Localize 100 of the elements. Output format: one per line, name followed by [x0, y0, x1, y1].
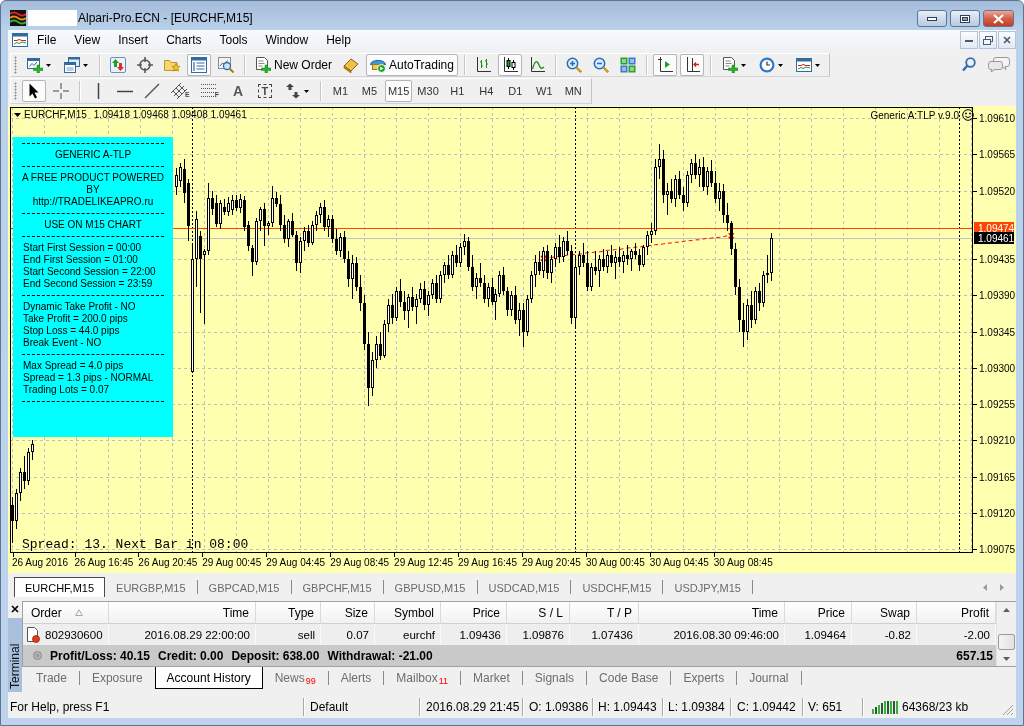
chart-symbol: EURCHF,M15 [24, 109, 87, 120]
cursor-button[interactable] [22, 80, 46, 102]
column-header[interactable]: Time [639, 602, 785, 624]
menu-item[interactable]: Window [256, 30, 318, 50]
terminal-tab[interactable]: Exposure [79, 667, 155, 689]
column-header[interactable]: Type [256, 602, 321, 624]
minimize-button[interactable] [917, 10, 947, 27]
chart-tab[interactable]: USDCAD,M15 [477, 577, 571, 597]
chart-restore-button[interactable] [979, 31, 997, 49]
chart-tab[interactable]: USDJPY,M15 [663, 577, 752, 597]
timeframe-button[interactable]: M15 [384, 80, 413, 102]
scrollbar-thumb[interactable] [998, 634, 1015, 650]
time-label: 29 Aug 16:45 [458, 557, 517, 568]
text-label-button[interactable]: T [252, 80, 277, 102]
timeframe-button[interactable]: W1 [530, 80, 558, 102]
column-header[interactable]: Time [109, 602, 256, 624]
toolbar-grip[interactable] [14, 82, 17, 100]
terminal-tab[interactable]: Market [461, 667, 522, 689]
timeframe-button[interactable]: D1 [501, 80, 529, 102]
close-button[interactable] [983, 10, 1014, 27]
column-header[interactable]: Size [321, 602, 375, 624]
zoom-out-icon [592, 57, 609, 73]
panel-text: Start First Session = 00:00 [22, 242, 143, 254]
timeframe-button[interactable]: H1 [443, 80, 471, 102]
summary-text: Credit: 0.00 [158, 648, 224, 663]
terminal-tab[interactable]: Code Base [587, 667, 671, 689]
column-header[interactable]: Symbol [375, 602, 441, 624]
chart-window-icon[interactable] [12, 32, 28, 48]
summary-text: Withdrawal: -21.00 [327, 648, 433, 663]
candlestick-button[interactable] [497, 54, 522, 76]
terminal-tab[interactable]: Signals [522, 667, 587, 689]
chart-tab[interactable]: USDCHF,M15 [571, 577, 663, 597]
column-header[interactable]: Price [785, 602, 852, 624]
terminal-button[interactable] [187, 54, 211, 76]
column-header[interactable]: Swap [852, 602, 917, 624]
ohlc-values: 1.09418 1.09468 1.09408 1.09461 [93, 109, 247, 120]
parallel-lines-icon [171, 83, 187, 99]
menu-item[interactable]: File [28, 30, 66, 50]
text-button[interactable]: A [225, 80, 250, 102]
price-label: 1.09300 [979, 363, 1016, 374]
status-text: H: 1.09443 [598, 700, 657, 714]
timeframe-button[interactable]: M5 [355, 80, 383, 102]
panel-text: Spread = 1.3 pips - NORMAL [22, 372, 155, 384]
autoscroll-button[interactable] [652, 54, 677, 76]
panel-text: Stop Loss = 44.0 pips [22, 325, 121, 337]
chart-tab[interactable]: GBPCAD,M15 [197, 577, 291, 597]
menu-item[interactable]: Tools [210, 30, 257, 50]
menu-item[interactable]: Charts [157, 30, 211, 50]
chart-minimize-button[interactable] [960, 31, 978, 49]
toolbar-grip[interactable] [14, 56, 17, 74]
candlestick-icon [501, 57, 518, 73]
autotrading-button[interactable]: AutoTrading [366, 54, 458, 76]
ingot-icon [343, 57, 359, 73]
dotted-lines-icon [200, 83, 217, 99]
timeframe-button[interactable]: M1 [326, 80, 354, 102]
timeframe-button[interactable]: MN [559, 80, 587, 102]
price-label: 1.09390 [979, 290, 1016, 301]
chart-tab[interactable]: GBPUSD,M15 [383, 577, 477, 597]
chart-close-button[interactable] [998, 31, 1016, 49]
menu-item[interactable]: Help [317, 30, 360, 50]
scroll-down-icon[interactable] [1003, 657, 1010, 661]
count-label: 99 [305, 676, 316, 686]
panel-text: Start Second Session = 22:00 [22, 266, 157, 278]
chart-tab[interactable]: EURGBP,M15 [105, 577, 197, 597]
column-header[interactable]: Price [441, 602, 507, 624]
scrollbar[interactable] [996, 602, 1016, 666]
timeframe-button[interactable]: H4 [472, 80, 500, 102]
panel-text: USE ON M15 CHART [43, 219, 143, 231]
terminal-tab[interactable]: Alerts [328, 667, 384, 689]
maximize-button[interactable] [950, 10, 980, 27]
column-header[interactable]: S / L [507, 602, 570, 624]
time-label: 26 Aug 2016 [11, 557, 69, 568]
search-button[interactable] [962, 56, 976, 72]
terminal-tab[interactable]: Trade [24, 667, 79, 689]
column-header[interactable]: Order [23, 602, 109, 624]
terminal-tab[interactable]: Account History [154, 667, 263, 689]
column-header[interactable]: T / P [570, 602, 639, 624]
status-text: 2016.08.29 21:45 [426, 700, 520, 714]
chat-button[interactable] [988, 56, 1010, 72]
terminal-tab[interactable]: Journal [737, 667, 801, 689]
up-down-arrows-icon [110, 57, 126, 73]
chart-tab[interactable]: GBPCHF,M15 [291, 577, 383, 597]
terminal-tab[interactable]: Experts [671, 667, 737, 689]
vertical-line-icon [96, 83, 100, 99]
resize-grip-icon[interactable] [1002, 704, 1014, 716]
tile-windows-icon [619, 57, 636, 73]
close-icon[interactable] [11, 605, 19, 613]
scroll-up-icon[interactable] [1003, 608, 1010, 612]
ref-line-label: 1.09461 [978, 233, 1015, 244]
timeframe-button[interactable]: M30 [414, 80, 442, 102]
arrow-marks-icon [284, 83, 301, 99]
spread-text: Spread: 13. Next Bar in 08:00 [22, 538, 249, 552]
new-order-button[interactable]: New Order [251, 54, 336, 76]
menu-item[interactable]: Insert [109, 30, 158, 50]
menu-item[interactable]: View [65, 30, 110, 50]
clock-icon [758, 57, 775, 73]
search-icon [962, 56, 976, 72]
column-header[interactable]: Profit [917, 602, 996, 624]
chart-tab[interactable]: EURCHF,M15 [14, 577, 106, 597]
chart-shift-button[interactable] [679, 54, 704, 76]
